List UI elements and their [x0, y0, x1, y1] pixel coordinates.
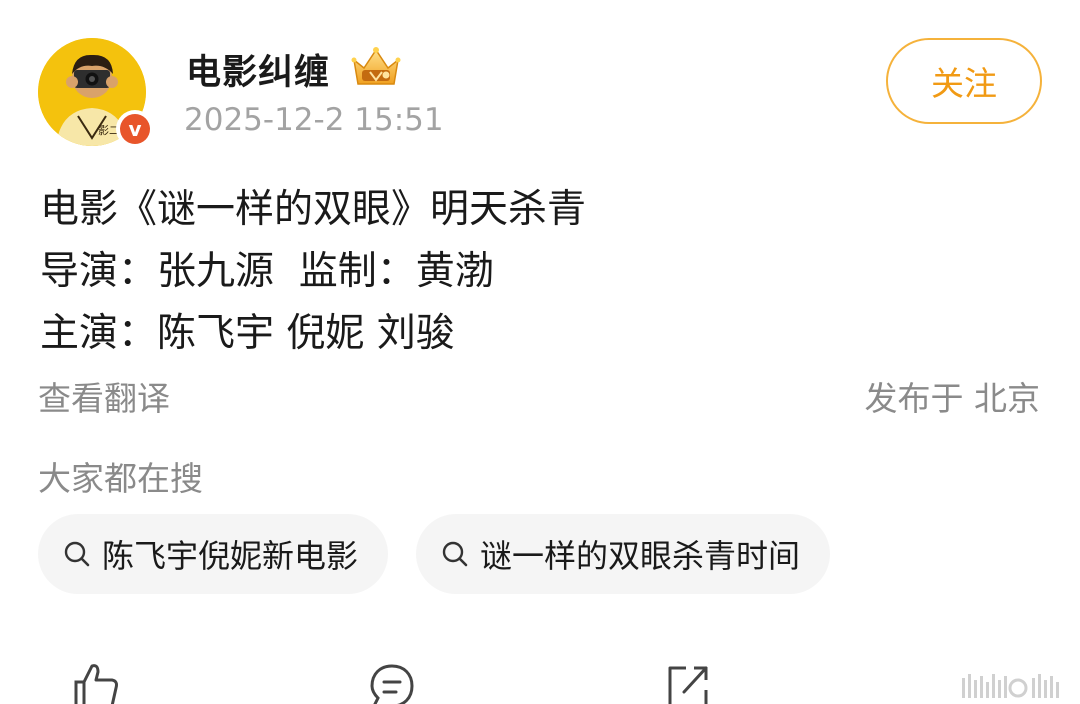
- verified-badge: v: [116, 110, 154, 148]
- hot-search-chip[interactable]: 陈飞宇倪妮新电影: [38, 514, 389, 594]
- post-location: 发布于 北京: [864, 379, 1041, 418]
- hot-search-title: 大家都在搜: [38, 459, 203, 498]
- comment-icon[interactable]: [368, 662, 416, 704]
- action-bar: [0, 660, 1080, 704]
- weibo-post: 影二 v 电影纠缠 2025-12-2 15:51 关注 电影《谜一样的双眼》明…: [0, 0, 1080, 704]
- follow-button[interactable]: 关注: [886, 38, 1042, 124]
- content-line: 主演：陈飞宇 倪妮 刘骏: [40, 311, 455, 356]
- hot-search-label: 陈飞宇倪妮新电影: [102, 537, 359, 575]
- search-icon: [62, 539, 92, 569]
- watermark-logo-icon: [962, 672, 1062, 698]
- share-icon[interactable]: [664, 662, 712, 704]
- view-translation-link[interactable]: 查看翻译: [38, 372, 170, 420]
- post-timestamp: 2025-12-2 15:51: [184, 102, 444, 138]
- crown-badge-icon: [350, 44, 402, 92]
- hot-search-list: 陈飞宇倪妮新电影 谜一样的双眼杀青时间: [38, 514, 831, 594]
- search-icon: [440, 539, 470, 569]
- content-line: 导演：张九源 监制：黄渤: [40, 249, 494, 294]
- hot-search-chip[interactable]: 谜一样的双眼杀青时间: [416, 514, 831, 594]
- like-icon[interactable]: [72, 662, 120, 704]
- verified-v-icon: v: [120, 114, 150, 144]
- post-content: 电影《谜一样的双眼》明天杀青 导演：张九源 监制：黄渤 主演：陈飞宇 倪妮 刘骏: [40, 186, 586, 372]
- content-line: 电影《谜一样的双眼》明天杀青: [40, 187, 587, 232]
- hot-search-label: 谜一样的双眼杀青时间: [480, 537, 801, 575]
- username[interactable]: 电影纠缠: [186, 44, 330, 95]
